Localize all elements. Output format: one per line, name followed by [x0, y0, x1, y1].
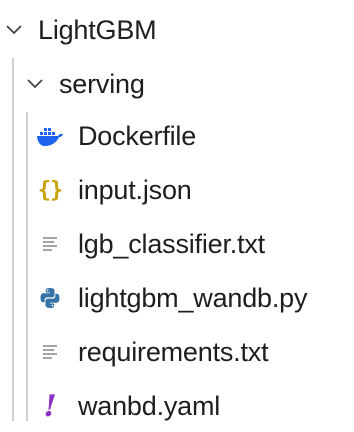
python-icon — [36, 284, 64, 312]
folder-serving[interactable]: serving — [0, 58, 145, 110]
indent-guide-root — [12, 58, 14, 421]
file-label: input.json — [78, 174, 192, 205]
file-item[interactable]: lgb_classifier.txt — [36, 218, 265, 270]
chevron-down-icon[interactable] — [25, 74, 45, 94]
file-item[interactable]: ! wanbd.yaml — [36, 380, 221, 432]
file-item[interactable]: {} input.json — [36, 164, 192, 216]
folder-lightgbm[interactable]: LightGBM — [0, 4, 157, 56]
yaml-exclamation-icon: ! — [43, 388, 57, 424]
chevron-down-icon[interactable] — [4, 20, 24, 40]
file-explorer-tree: LightGBM serving Dockerfile {} input.jso… — [0, 0, 354, 424]
file-label: lgb_classifier.txt — [78, 228, 265, 259]
folder-label: LightGBM — [38, 14, 157, 45]
file-label: lightgbm_wandb.py — [78, 282, 308, 313]
file-label: Dockerfile — [78, 120, 197, 151]
folder-label: serving — [59, 68, 145, 99]
json-braces-icon: {} — [37, 177, 64, 203]
text-lines-icon — [36, 230, 64, 258]
file-label: requirements.txt — [78, 336, 269, 367]
file-item[interactable]: requirements.txt — [36, 326, 269, 378]
text-lines-icon — [36, 338, 64, 366]
docker-icon — [36, 122, 64, 150]
file-item[interactable]: Dockerfile — [36, 110, 196, 162]
indent-guide-serving — [26, 112, 28, 421]
file-label: wanbd.yaml — [78, 390, 221, 421]
file-item[interactable]: lightgbm_wandb.py — [36, 272, 307, 324]
